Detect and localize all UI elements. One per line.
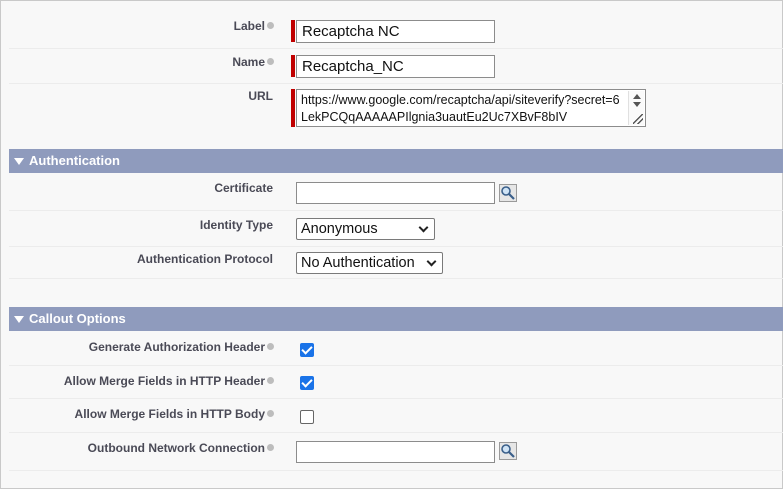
certificate-row: Certificate — [9, 173, 783, 211]
merge-fields-header-checkbox[interactable] — [300, 376, 314, 390]
identity-type-value: Anonymous — [301, 221, 378, 237]
help-icon[interactable] — [267, 410, 274, 418]
url-value: https://www.google.com/recaptcha/api/sit… — [301, 93, 620, 124]
resize-grip-icon[interactable] — [633, 114, 643, 124]
merge-fields-body-label: Allow Merge Fields in HTTP Body — [75, 407, 274, 421]
outbound-network-row: Outbound Network Connection — [9, 433, 783, 471]
chevron-down-icon — [418, 222, 429, 233]
required-indicator — [291, 55, 295, 77]
merge-fields-body-checkbox[interactable] — [300, 410, 314, 424]
help-icon[interactable] — [267, 377, 274, 385]
setup-form: Label Recaptcha NC Name Recaptcha_NC URL… — [0, 0, 783, 489]
auth-protocol-select[interactable]: No Authentication — [296, 252, 443, 274]
scroll-down-icon[interactable] — [633, 102, 641, 107]
label-input[interactable]: Recaptcha NC — [296, 20, 495, 43]
auth-protocol-row: Authentication Protocol No Authenticatio… — [9, 247, 783, 279]
callout-options-section-header[interactable]: Callout Options — [9, 307, 783, 331]
merge-fields-header-row: Allow Merge Fields in HTTP Header — [9, 366, 783, 399]
triangle-down-icon[interactable] — [14, 316, 24, 323]
identity-type-label: Identity Type — [199, 218, 273, 232]
generate-auth-header-label: Generate Authorization Header — [89, 340, 274, 354]
help-icon[interactable] — [267, 58, 274, 66]
identity-type-row: Identity Type Anonymous — [9, 211, 783, 247]
name-row: Name Recaptcha_NC — [9, 49, 783, 84]
identity-type-select[interactable]: Anonymous — [296, 218, 435, 240]
auth-protocol-label: Authentication Protocol — [137, 252, 273, 266]
certificate-label: Certificate — [214, 181, 273, 195]
magnifier-lookup-icon[interactable] — [499, 184, 517, 202]
label-field-label: Label — [234, 19, 274, 33]
outbound-network-input[interactable] — [296, 441, 495, 463]
name-field-label: Name — [232, 55, 274, 69]
label-row: Label Recaptcha NC — [9, 9, 783, 49]
url-row: URL https://www.google.com/recaptcha/api… — [9, 84, 783, 139]
auth-protocol-value: No Authentication — [301, 255, 415, 271]
required-indicator — [291, 89, 295, 127]
scroll-up-icon[interactable] — [633, 94, 641, 99]
generate-auth-header-checkbox[interactable] — [300, 343, 314, 357]
name-input[interactable]: Recaptcha_NC — [296, 55, 495, 78]
generate-auth-header-row: Generate Authorization Header — [9, 331, 783, 366]
magnifier-lookup-icon[interactable] — [499, 442, 517, 460]
url-field-label: URL — [248, 89, 273, 103]
merge-fields-header-label: Allow Merge Fields in HTTP Header — [64, 374, 274, 388]
authentication-section-header[interactable]: Authentication — [9, 149, 783, 173]
help-icon[interactable] — [267, 444, 274, 452]
chevron-down-icon — [426, 256, 437, 267]
triangle-down-icon[interactable] — [14, 158, 24, 165]
outbound-network-label: Outbound Network Connection — [88, 441, 274, 455]
merge-fields-body-row: Allow Merge Fields in HTTP Body — [9, 399, 783, 433]
section-title: Authentication — [29, 153, 120, 168]
required-indicator — [291, 20, 295, 42]
certificate-input[interactable] — [296, 182, 495, 204]
section-title: Callout Options — [29, 311, 126, 326]
url-textarea[interactable]: https://www.google.com/recaptcha/api/sit… — [296, 89, 646, 127]
help-icon[interactable] — [267, 22, 274, 30]
help-icon[interactable] — [267, 343, 274, 351]
